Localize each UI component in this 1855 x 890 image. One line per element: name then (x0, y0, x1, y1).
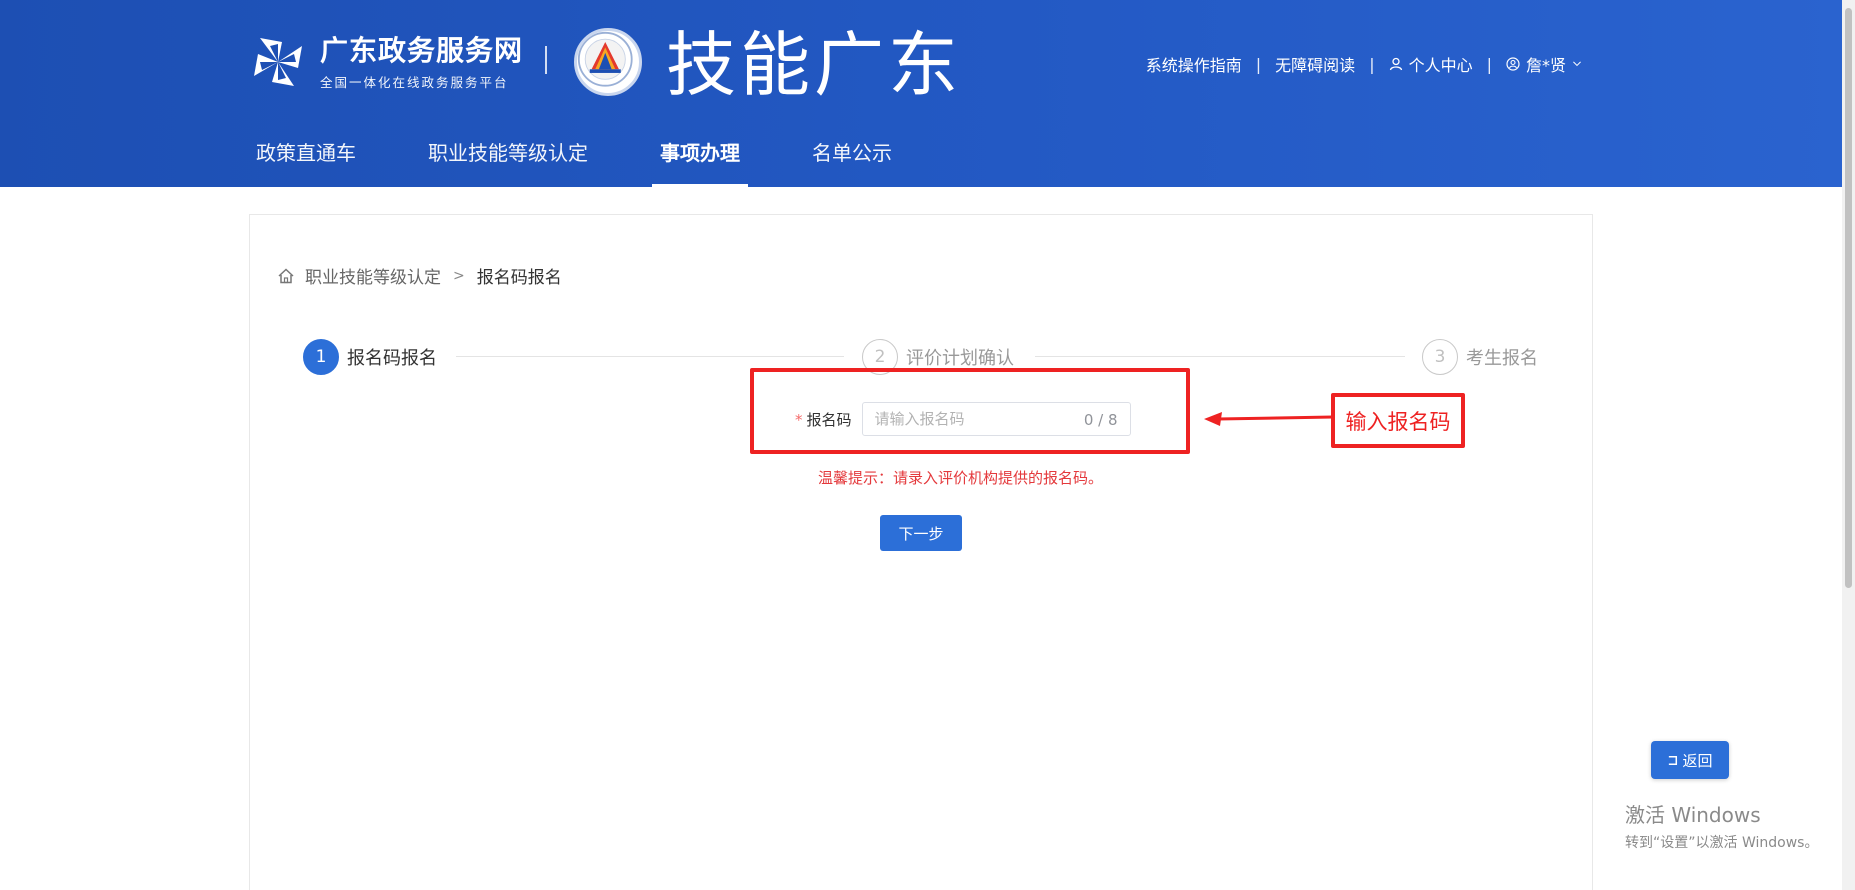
return-button[interactable]: 返回 (1651, 741, 1729, 779)
step-connector-2 (1035, 356, 1405, 357)
guide-link[interactable]: 系统操作指南 (1146, 52, 1242, 76)
user-name: 詹*贤 (1525, 56, 1566, 75)
step-number: 3 (1422, 339, 1458, 375)
return-label: 返回 (1682, 751, 1713, 770)
chevron-down-icon (1573, 61, 1581, 67)
person-icon (1389, 57, 1402, 71)
breadcrumb: 职业技能等级认定 > 报名码报名 (277, 263, 562, 288)
next-step-button[interactable]: 下一步 (880, 515, 962, 551)
skills-emblem-icon (574, 28, 642, 96)
gd-gov-logo[interactable]: 广东政务服务网 全国一体化在线政务服务平台 (248, 32, 523, 92)
portal-title: 广东政务服务网 (320, 33, 524, 67)
tab-policy[interactable]: 政策直通车 (256, 138, 356, 187)
step-connector-1 (456, 356, 844, 357)
annotation-label: 输入报名码 (1331, 393, 1465, 448)
user-avatar-icon (1506, 57, 1520, 71)
pinwheel-logo-icon (254, 38, 302, 86)
content-card (249, 214, 1593, 890)
tab-skill-certification[interactable]: 职业技能等级认定 (428, 138, 588, 187)
scrollbar-thumb[interactable] (1845, 8, 1852, 588)
step-label: 考生报名 (1466, 348, 1538, 369)
step-label: 报名码报名 (347, 348, 437, 369)
return-icon (1669, 755, 1678, 765)
breadcrumb-parent-link[interactable]: 职业技能等级认定 (305, 263, 441, 288)
watermark-line-2: 转到“设置”以激活 Windows。 (1625, 835, 1819, 851)
watermark-line-1: 激活 Windows (1625, 803, 1761, 827)
windows-activation-watermark: 激活 Windows 转到“设置”以激活 Windows。 (1625, 799, 1818, 852)
portal-subtitle: 全国一体化在线政务服务平台 (320, 74, 509, 90)
link-separator: | (1255, 54, 1262, 74)
user-menu[interactable]: 詹*贤 (1506, 52, 1582, 76)
annotation-arrow-icon (1204, 412, 1334, 426)
personal-center-link[interactable]: 个人中心 (1389, 52, 1473, 76)
logo-divider (545, 46, 547, 74)
step-3: 3 考生报名 (1422, 339, 1538, 375)
warm-tip: 温馨提示：请录入评价机构提供的报名码。 (818, 469, 1104, 487)
link-separator: | (1486, 54, 1492, 74)
link-separator: | (1369, 54, 1375, 74)
personal-center-label: 个人中心 (1408, 56, 1473, 75)
main-nav: 政策直通车 职业技能等级认定 事项办理 名单公示 (256, 138, 964, 187)
vertical-scrollbar[interactable] (1842, 0, 1855, 890)
annotation-highlight-box (750, 368, 1190, 454)
breadcrumb-current: 报名码报名 (476, 268, 562, 288)
tab-affairs[interactable]: 事项办理 (652, 138, 748, 187)
tab-public-list[interactable]: 名单公示 (812, 138, 892, 187)
site-title: 技能广东 (666, 24, 962, 106)
step-number: 1 (303, 339, 339, 375)
accessible-reading-link[interactable]: 无障碍阅读 (1275, 52, 1355, 76)
top-links: 系统操作指南 | 无障碍阅读 | 个人中心 | 詹*贤 (1146, 52, 1582, 76)
home-icon[interactable] (277, 267, 295, 285)
step-1: 1 报名码报名 (303, 339, 437, 375)
site-header: 广东政务服务网 全国一体化在线政务服务平台 技能广东 系统操作指南 | 无障碍阅… (0, 0, 1842, 187)
step-label: 评价计划确认 (906, 348, 1014, 369)
breadcrumb-separator: > (453, 267, 465, 284)
